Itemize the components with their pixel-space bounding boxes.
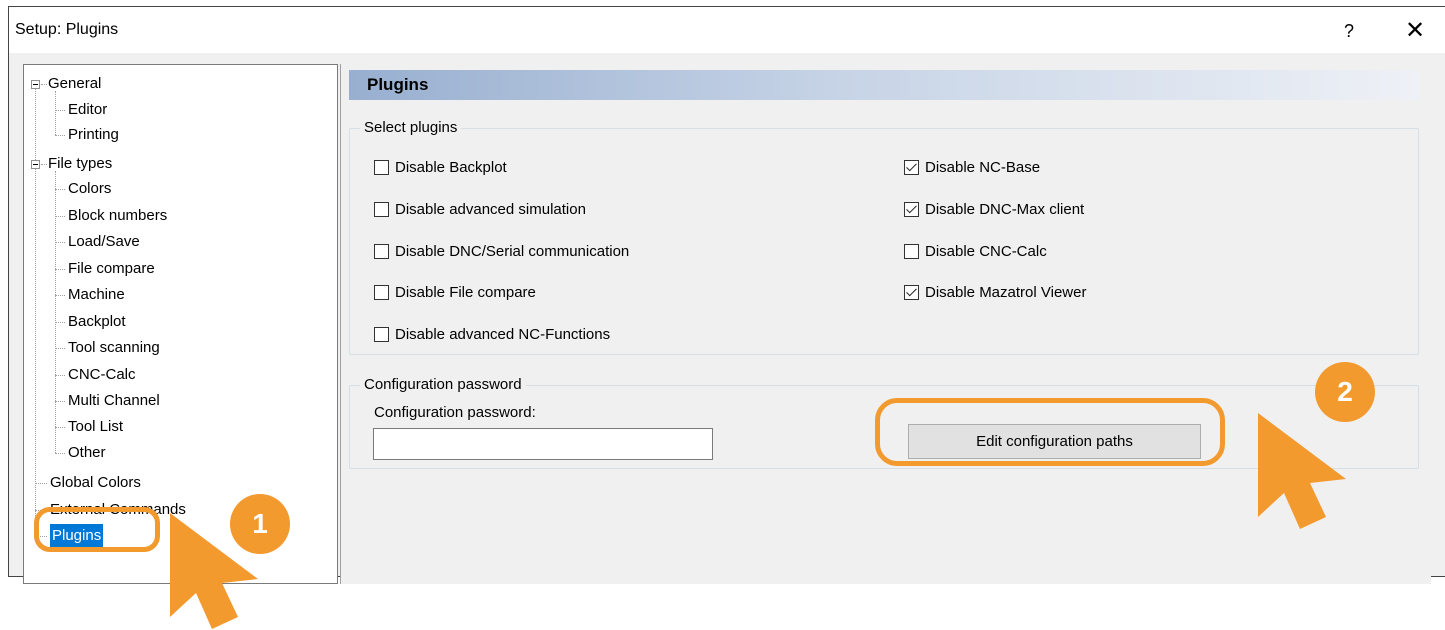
checkbox-box[interactable]	[904, 202, 919, 217]
select-plugins-label: Select plugins	[360, 119, 462, 136]
checkbox-label: Disable NC-Base	[925, 159, 1041, 176]
checkbox-box[interactable]	[374, 244, 389, 259]
tree-general-line	[55, 91, 56, 135]
checkbox-box[interactable]	[374, 327, 389, 342]
pointer-cursor-icon	[1258, 413, 1346, 529]
tree-item-other[interactable]: Other	[68, 441, 106, 465]
tree-item-general[interactable]: General	[48, 72, 101, 96]
tree-item-multi-channel[interactable]: Multi Channel	[68, 389, 160, 413]
tree-filetypes-line	[55, 171, 56, 453]
title-bar: Setup: Plugins ? ✕	[9, 7, 1445, 53]
tree-item-load-save[interactable]: Load/Save	[68, 230, 140, 254]
checkbox-disable-dnc-max-client[interactable]: Disable DNC-Max client	[904, 199, 1084, 221]
tree-item-backplot[interactable]: Backplot	[68, 310, 126, 334]
tree-connector	[55, 269, 65, 270]
help-button[interactable]: ?	[1335, 17, 1363, 45]
pointer-cursor-icon	[170, 513, 258, 629]
panel-title: Plugins	[367, 75, 429, 94]
checkbox-label: Disable Mazatrol Viewer	[925, 284, 1087, 301]
tree-connector	[55, 375, 65, 376]
checkbox-disable-backplot[interactable]: Disable Backplot	[374, 157, 507, 179]
collapse-general-icon[interactable]	[31, 80, 40, 89]
tree-item-tool-list[interactable]: Tool List	[68, 415, 123, 439]
checkbox-disable-nc-base[interactable]: Disable NC-Base	[904, 157, 1040, 179]
tree-connector	[55, 135, 65, 136]
checkbox-box[interactable]	[904, 244, 919, 259]
checkbox-label: Disable DNC/Serial communication	[395, 243, 630, 260]
tree-connector	[41, 164, 47, 165]
checkbox-disable-file-compare[interactable]: Disable File compare	[374, 282, 536, 304]
tree-connector	[55, 401, 65, 402]
checkbox-box[interactable]	[374, 160, 389, 175]
checkbox-disable-advanced-simulation[interactable]: Disable advanced simulation	[374, 199, 586, 221]
checkbox-disable-dnc-serial[interactable]: Disable DNC/Serial communication	[374, 241, 629, 263]
tree-item-editor[interactable]: Editor	[68, 98, 107, 122]
tree-connector	[55, 453, 65, 454]
tree-connector	[55, 295, 65, 296]
tree-root-line	[35, 85, 36, 536]
checkbox-box[interactable]	[374, 202, 389, 217]
highlight-ring-edit-button	[875, 398, 1225, 466]
tree-connector	[55, 216, 65, 217]
checkbox-label: Disable advanced simulation	[395, 201, 586, 218]
tree-connector	[35, 483, 47, 484]
panel-header: Plugins	[349, 70, 1419, 100]
tree-item-machine[interactable]: Machine	[68, 283, 125, 307]
setup-dialog: Setup: Plugins ? ✕ General Editor Printi…	[8, 6, 1445, 584]
tree-connector	[55, 348, 65, 349]
tree-connector	[55, 242, 65, 243]
checkbox-label: Disable Backplot	[395, 159, 507, 176]
configuration-password-label: Configuration password:	[374, 404, 536, 421]
checkbox-label: Disable DNC-Max client	[925, 201, 1085, 218]
tree-item-file-types[interactable]: File types	[48, 152, 112, 176]
tree-connector	[55, 427, 65, 428]
close-button[interactable]: ✕	[1399, 15, 1431, 47]
tree-item-cnc-calc[interactable]: CNC-Calc	[68, 363, 136, 387]
tree-item-file-compare[interactable]: File compare	[68, 257, 155, 281]
checkbox-box[interactable]	[904, 285, 919, 300]
tree-connector	[55, 322, 65, 323]
window-title: Setup: Plugins	[15, 21, 119, 38]
dialog-client-area: General Editor Printing File types Color…	[9, 53, 1445, 584]
tree-item-printing[interactable]: Printing	[68, 123, 119, 147]
checkbox-disable-advanced-nc-functions[interactable]: Disable advanced NC-Functions	[374, 324, 610, 346]
tree-item-block-numbers[interactable]: Block numbers	[68, 204, 167, 228]
collapse-file-types-icon[interactable]	[31, 160, 40, 169]
checkbox-disable-mazatrol-viewer[interactable]: Disable Mazatrol Viewer	[904, 282, 1086, 304]
tree-connector	[41, 84, 47, 85]
select-plugins-group: Select plugins Disable Backplot Disable …	[349, 119, 1419, 355]
checkbox-label: Disable advanced NC-Functions	[395, 326, 611, 343]
tree-connector	[55, 110, 65, 111]
tree-item-colors[interactable]: Colors	[68, 177, 111, 201]
checkbox-box[interactable]	[904, 160, 919, 175]
configuration-password-input[interactable]	[373, 428, 713, 460]
tree-connector	[55, 189, 65, 190]
checkbox-box[interactable]	[374, 285, 389, 300]
highlight-ring-plugins	[34, 507, 160, 552]
checkbox-label: Disable File compare	[395, 284, 536, 301]
tree-item-tool-scanning[interactable]: Tool scanning	[68, 336, 160, 360]
checkbox-label: Disable CNC-Calc	[925, 243, 1047, 260]
configuration-password-group-label: Configuration password	[360, 376, 526, 393]
checkbox-disable-cnc-calc[interactable]: Disable CNC-Calc	[904, 241, 1047, 263]
tree-item-global-colors[interactable]: Global Colors	[50, 471, 141, 495]
